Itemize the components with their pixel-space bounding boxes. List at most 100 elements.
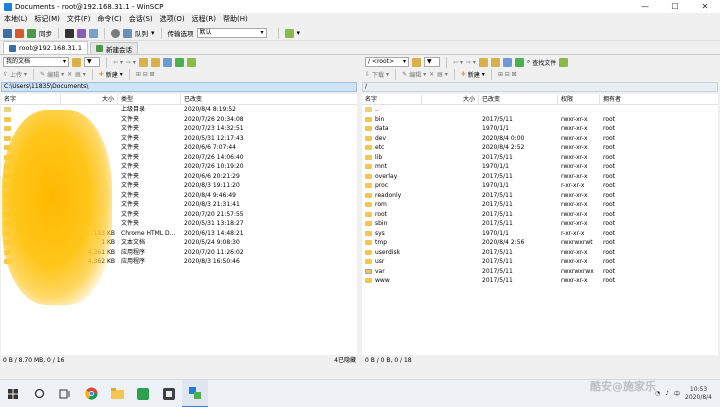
local-path-bar[interactable]: C:\Users\11835\Documents\ [1,82,357,92]
menu-file[interactable]: 文件(F) [67,14,91,24]
col-name[interactable]: 名字 [1,94,61,104]
refresh-icon[interactable] [174,57,184,67]
table-row[interactable]: etc 2020/8/4 2:52 rwxr-xr-x root [362,143,718,153]
menu-remote[interactable]: 远程(R) [192,14,216,24]
putty-icon[interactable] [77,28,86,38]
queue-icon[interactable] [123,28,132,38]
parent-dir-icon[interactable] [138,57,148,67]
sync-icon[interactable] [27,28,36,38]
task-view-button[interactable] [52,380,78,407]
open-folder-icon[interactable] [72,57,81,67]
filter-select[interactable]: ▼ [84,57,100,67]
table-row[interactable]: overlay 2017/5/11 rwxr-xr-x root [362,172,718,182]
table-row[interactable]: proc 1970/1/1 r-xr-xr-x root [362,181,718,191]
menu-local[interactable]: 本地(L) [4,14,27,24]
menu-help[interactable]: 帮助(H) [223,14,248,24]
maximize-button[interactable]: ☐ [660,0,690,13]
table-row[interactable]: sbin 2017/5/11 rwxr-xr-x root [362,219,718,229]
taskbar-app-dark[interactable] [156,380,182,407]
root-dir-icon[interactable] [490,57,500,67]
volume-icon[interactable]: ♪ [665,390,669,397]
taskbar-chrome[interactable] [78,380,104,407]
open-folder-icon[interactable] [412,57,421,67]
properties-button[interactable]: ▤ ▾ [437,71,448,78]
table-row[interactable]: sys 1970/1/1 r-xr-xr-x root [362,229,718,239]
edit-button[interactable]: ✎ 编辑 ▾ [402,70,426,79]
console-icon[interactable] [65,28,74,38]
compare-icon[interactable] [15,28,24,38]
col-owner[interactable]: 拥有者 [600,94,718,104]
table-row[interactable]: mnt 1970/1/1 rwxr-xr-x root [362,162,718,172]
col-type[interactable]: 类型 [118,94,181,104]
table-row[interactable]: www 2017/5/11 rwxr-xr-x root [362,276,718,286]
col-changed[interactable]: 已改变 [479,94,558,104]
download-button[interactable]: ⇩ 下载 ▾ [365,70,389,79]
col-name[interactable]: 名字 [362,94,422,104]
table-row[interactable]: rom 2017/5/11 rwxr-xr-x root [362,200,718,210]
new-button[interactable]: ✚ 新建 ▾ [99,70,123,79]
back-button[interactable]: ⇦ ▾ [113,59,123,66]
table-row[interactable]: usr 2017/5/11 rwxr-xr-x root [362,257,718,267]
local-panel-icon[interactable] [3,28,12,38]
table-row[interactable]: userdisk 2017/5/11 rwxr-xr-x root [362,248,718,258]
table-row[interactable]: .. [362,105,718,115]
forward-button[interactable]: ⇨ ▾ [466,59,476,66]
forward-button[interactable]: ⇨ ▾ [126,59,136,66]
delete-button[interactable]: ✕ [429,71,434,78]
table-row[interactable]: dev 2020/8/4 0:00 rwxr-xr-x root [362,134,718,144]
table-row[interactable]: lib 2017/5/11 rwxr-xr-x root [362,153,718,163]
bookmark-icon[interactable] [559,57,569,67]
search-button[interactable] [26,380,52,407]
close-button[interactable]: ✕ [690,0,720,13]
find-files-button[interactable]: ⌕ 查找文件 [527,58,556,67]
clock[interactable]: 10:53 2020/8/4 [685,386,712,402]
menu-commands[interactable]: 命令(C) [97,14,121,24]
home-icon[interactable] [162,57,172,67]
local-drive-select[interactable]: 我的文档 ▾ [3,57,69,67]
remote-dir-select[interactable]: / <root> ▾ [365,57,409,67]
minimize-button[interactable]: — [630,0,660,13]
parent-dir-icon[interactable] [478,57,488,67]
select-all-button[interactable]: ⊞ ⊟ ⊠ [498,71,517,78]
transfer-options-select[interactable]: 默认 ▾ [196,28,267,38]
gear-icon[interactable] [111,28,120,38]
start-button[interactable] [0,380,26,407]
table-row[interactable]: var 2017/5/11 rwxrwxrwx root [362,267,718,277]
taskbar-winscp[interactable] [182,379,208,407]
remote-file-list[interactable]: .. bin 2017/5/11 rwxr-xr-x root data 1970/1/1 r… [362,105,718,355]
col-changed[interactable]: 已改变 [181,94,357,104]
table-row[interactable]: root 2017/5/11 rwxr-xr-x root [362,210,718,220]
col-rights[interactable]: 权限 [558,94,600,104]
properties-button[interactable]: ▤ ▾ [75,71,86,78]
taskbar-app-green[interactable] [130,380,156,407]
menu-session[interactable]: 会话(S) [129,14,153,24]
select-all-button[interactable]: ⊞ ⊟ ⊠ [136,71,155,78]
taskbar-explorer[interactable] [104,380,130,407]
table-row[interactable]: data 1970/1/1 rwxr-xr-x root [362,124,718,134]
refresh-icon[interactable] [514,57,524,67]
tab-session-root[interactable]: root@192.168.31.1 [3,41,88,54]
upload-button[interactable]: ⇧ 上传 ▾ [3,70,27,79]
sync-label[interactable]: 同步 [39,28,52,38]
table-row[interactable]: tmp 2020/8/4 2:56 rwxrwxrwt root [362,238,718,248]
menu-options[interactable]: 选项(O) [160,14,185,24]
input-method-icon[interactable]: 中 [674,389,680,398]
home-icon[interactable] [502,57,512,67]
tab-new-session[interactable]: 新建会话 [89,42,138,54]
table-row[interactable]: readonly 2017/5/11 rwxr-xr-x root [362,191,718,201]
chevron-down-icon[interactable]: ▾ [297,29,301,37]
table-row[interactable]: bin 2017/5/11 rwxr-xr-x root [362,115,718,125]
col-size[interactable]: 大小 [61,94,118,104]
bookmark-icon[interactable] [186,57,196,67]
queue-label[interactable]: 队列 [135,28,148,38]
remote-path-bar[interactable]: / [362,82,718,92]
chevron-down-icon[interactable]: ▾ [151,29,155,37]
transfer-settings-icon[interactable] [284,28,294,38]
settings-icon[interactable] [89,28,98,38]
delete-button[interactable]: ✕ [67,71,72,78]
back-button[interactable]: ⇦ ▾ [453,59,463,66]
col-size[interactable]: 大小 [422,94,479,104]
menu-mark[interactable]: 标记(M) [34,14,60,24]
edit-button[interactable]: ✎ 编辑 ▾ [40,70,64,79]
root-dir-icon[interactable] [150,57,160,67]
